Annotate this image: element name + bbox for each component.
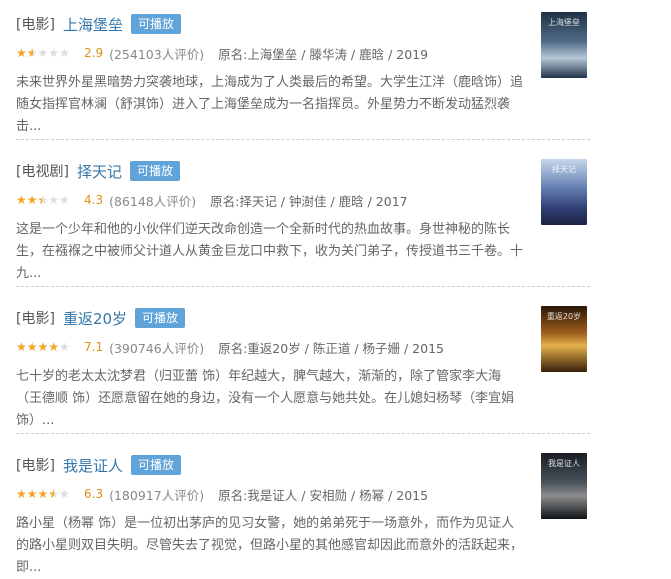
result-description: 路小星（杨幂 饰）是一位初出茅庐的见习女警，她的弟弟死于一场意外，而作为见证人的… (16, 516, 524, 575)
star-icon-filled: ★★★★★ (16, 488, 54, 500)
result-description: 七十岁的老太太沈梦君（归亚蕾 饰）年纪越大，脾气越大，渐渐的，除了管家李大海（王… (16, 369, 515, 428)
poster-image[interactable]: 择天记 (541, 159, 587, 225)
result-title-link[interactable]: 我是证人 (63, 455, 123, 476)
rating-score: 7.1 (84, 340, 104, 354)
category-label: [电影] (16, 458, 55, 474)
rating-count: (390746人评价) (109, 340, 205, 356)
result-header: [电视剧] 择天记 可播放 (16, 159, 180, 183)
playable-badge[interactable]: 可播放 (130, 455, 181, 475)
rating-score: 4.3 (84, 193, 104, 207)
poster-logo: 上海堡垒 (548, 18, 580, 27)
result-header: [电影] 上海堡垒 可播放 (16, 12, 181, 36)
rating-score: 6.3 (84, 487, 104, 501)
rating-count: (86148人评价) (109, 193, 197, 209)
result-header: [电影] 我是证人 可播放 (16, 453, 181, 477)
playable-badge[interactable]: 可播放 (130, 14, 181, 34)
rating-count: (254103人评价) (109, 46, 205, 62)
rating-row: ★★★★★ ★★★★★ 6.3 (180917人评价) 原名:我是证人 / 安相… (16, 485, 428, 503)
star-icon-filled: ★★★★★ (16, 341, 59, 353)
rating-stars: ★★★★★ ★★★★★ (16, 194, 76, 206)
divider (16, 139, 590, 140)
result-description: 这是一个少年和他的小伙伴们逆天改命创造一个全新时代的热血故事。身世神秘的陈长生，… (16, 222, 524, 281)
result-title-link[interactable]: 择天记 (77, 161, 122, 182)
poster-image[interactable]: 重返20岁 (541, 306, 587, 372)
star-icon-filled: ★★★★★ (16, 47, 34, 59)
divider (16, 433, 590, 434)
search-result-list: [电影] 上海堡垒 可播放 ★★★★★ ★★★★★ 2.9 (254103人评价… (0, 0, 671, 575)
rating-count: (180917人评价) (109, 487, 205, 503)
subject-meta: 原名:择天记 / 钟澍佳 / 鹿晗 / 2017 (210, 193, 408, 209)
rating-stars: ★★★★★ ★★★★★ (16, 47, 76, 59)
rating-row: ★★★★★ ★★★★★ 2.9 (254103人评价) 原名:上海堡垒 / 滕华… (16, 44, 428, 62)
poster-logo: 我是证人 (548, 459, 580, 468)
playable-badge[interactable]: 可播放 (129, 161, 180, 181)
category-label: [电影] (16, 17, 55, 33)
subject-meta: 原名:上海堡垒 / 滕华涛 / 鹿晗 / 2019 (218, 46, 429, 62)
rating-row: ★★★★★ ★★★★★ 4.3 (86148人评价) 原名:择天记 / 钟澍佳 … (16, 191, 408, 209)
divider (16, 286, 590, 287)
poster-logo: 择天记 (552, 165, 576, 174)
result-title-link[interactable]: 重返20岁 (63, 308, 127, 329)
poster-logo: 重返20岁 (546, 312, 582, 321)
category-label: [电视剧] (16, 164, 69, 180)
result-title-link[interactable]: 上海堡垒 (63, 14, 123, 35)
rating-stars: ★★★★★ ★★★★★ (16, 341, 76, 353)
poster-image[interactable]: 我是证人 (541, 453, 587, 519)
poster-image[interactable]: 上海堡垒 (541, 12, 587, 78)
subject-meta: 原名:我是证人 / 安相勋 / 杨幂 / 2015 (218, 487, 429, 503)
subject-meta: 原名:重返20岁 / 陈正道 / 杨子姗 / 2015 (218, 340, 444, 356)
rating-score: 2.9 (84, 46, 104, 60)
playable-badge[interactable]: 可播放 (135, 308, 186, 328)
category-label: [电影] (16, 311, 55, 327)
star-icon-filled: ★★★★★ (16, 194, 42, 206)
result-header: [电影] 重返20岁 可播放 (16, 306, 186, 330)
result-description: 未来世界外星黑暗势力突袭地球，上海成为了人类最后的希望。大学生江洋（鹿晗饰）追随… (16, 75, 524, 134)
rating-row: ★★★★★ ★★★★★ 7.1 (390746人评价) 原名:重返20岁 / 陈… (16, 338, 444, 356)
rating-stars: ★★★★★ ★★★★★ (16, 488, 76, 500)
